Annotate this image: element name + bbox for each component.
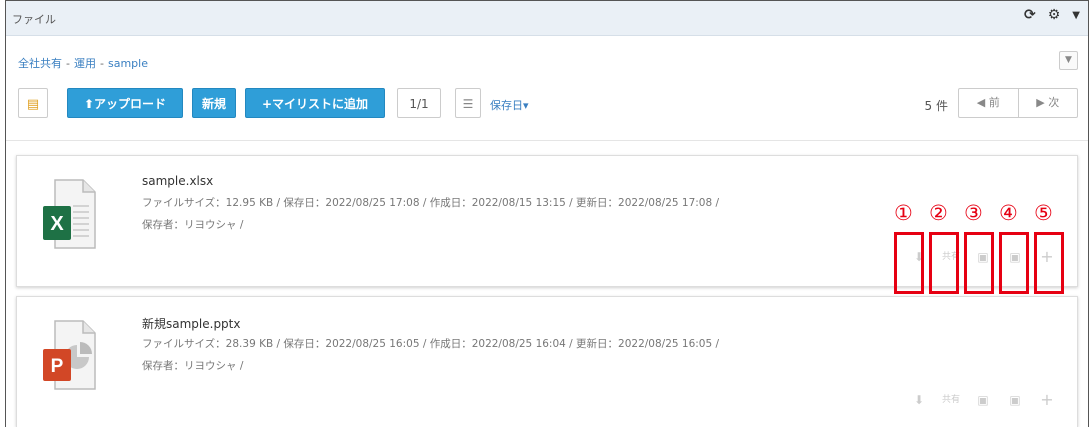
annotation-box	[929, 232, 959, 294]
comment-icon[interactable]: ▣	[967, 393, 999, 407]
file-meta: ファイルサイズ：28.39 KB / 保存日：2022/08/25 16:05 …	[142, 338, 720, 350]
window-title: ファイル	[12, 13, 56, 26]
svg-text:X: X	[50, 213, 64, 235]
caret-down-icon[interactable]: ▼	[1072, 10, 1080, 21]
sort-dropdown[interactable]: 保存日▾	[490, 97, 529, 113]
next-button[interactable]: ▶ 次	[1019, 89, 1078, 117]
annotation-number: ⑤	[1034, 201, 1053, 225]
download-icon[interactable]: ⬇	[903, 393, 935, 407]
divider	[6, 140, 1088, 141]
add-icon[interactable]: +	[1031, 392, 1063, 408]
annotation-box	[1034, 232, 1064, 294]
breadcrumb: 全社共有 - 運用 - sample	[18, 57, 148, 70]
folder-up-button[interactable]: ▤	[18, 88, 48, 118]
share-button[interactable]: 共有	[935, 393, 967, 407]
breadcrumb-item[interactable]: sample	[108, 57, 148, 70]
window-titlebar: ファイル ⟳ ⚙ ▼	[6, 0, 1088, 36]
pager: ◀ 前 ▶ 次	[958, 88, 1078, 118]
breadcrumb-item[interactable]: 運用	[74, 57, 96, 70]
annotation-box	[894, 232, 924, 294]
annotation-number: ①	[894, 201, 913, 225]
annotation-box	[964, 232, 994, 294]
refresh-icon[interactable]: ⟳	[1024, 7, 1036, 23]
prev-button[interactable]: ◀ 前	[959, 89, 1019, 117]
file-owner: 保存者：リヨウシャ /	[142, 360, 244, 372]
powerpoint-file-icon: P	[43, 320, 96, 390]
toolbar: ▤ ⬆アップロード 新規 +マイリストに追加 1/1 ☰ 保存日▾ 5 件 ◀ …	[18, 88, 1078, 118]
excel-file-icon: X	[43, 179, 96, 249]
options-dropdown[interactable]: ▼	[1059, 51, 1078, 70]
annotation-box	[999, 232, 1029, 294]
gear-icon[interactable]: ⚙	[1048, 7, 1061, 23]
file-card[interactable]: P 新規sample.pptx ファイルサイズ：28.39 KB / 保存日：2…	[16, 296, 1078, 427]
item-count: 5 件	[924, 99, 948, 113]
edit-icon[interactable]: ▣	[999, 393, 1031, 407]
add-mylist-button[interactable]: +マイリストに追加	[245, 88, 385, 118]
file-owner: 保存者：リヨウシャ /	[142, 219, 244, 231]
upload-button[interactable]: ⬆アップロード	[67, 88, 183, 118]
breadcrumb-item[interactable]: 全社共有	[18, 57, 62, 70]
new-button[interactable]: 新規	[192, 88, 236, 118]
file-meta: ファイルサイズ：12.95 KB / 保存日：2022/08/25 17:08 …	[142, 197, 720, 209]
annotation-number: ④	[999, 201, 1018, 225]
svg-text:P: P	[51, 356, 64, 377]
list-icon: ☰	[462, 97, 474, 111]
list-view-button[interactable]: ☰	[455, 88, 481, 118]
file-window: ファイル ⟳ ⚙ ▼ 全社共有 - 運用 - sample ▼ ▤ ⬆アップロード 新規…	[5, 0, 1089, 427]
page-indicator: 1/1	[397, 88, 441, 118]
file-name[interactable]: 新規sample.pptx	[142, 315, 241, 332]
annotation-number: ③	[964, 201, 983, 225]
annotation-number: ②	[929, 201, 948, 225]
folder-icon: ▤	[26, 97, 40, 112]
file-name[interactable]: sample.xlsx	[142, 174, 213, 188]
